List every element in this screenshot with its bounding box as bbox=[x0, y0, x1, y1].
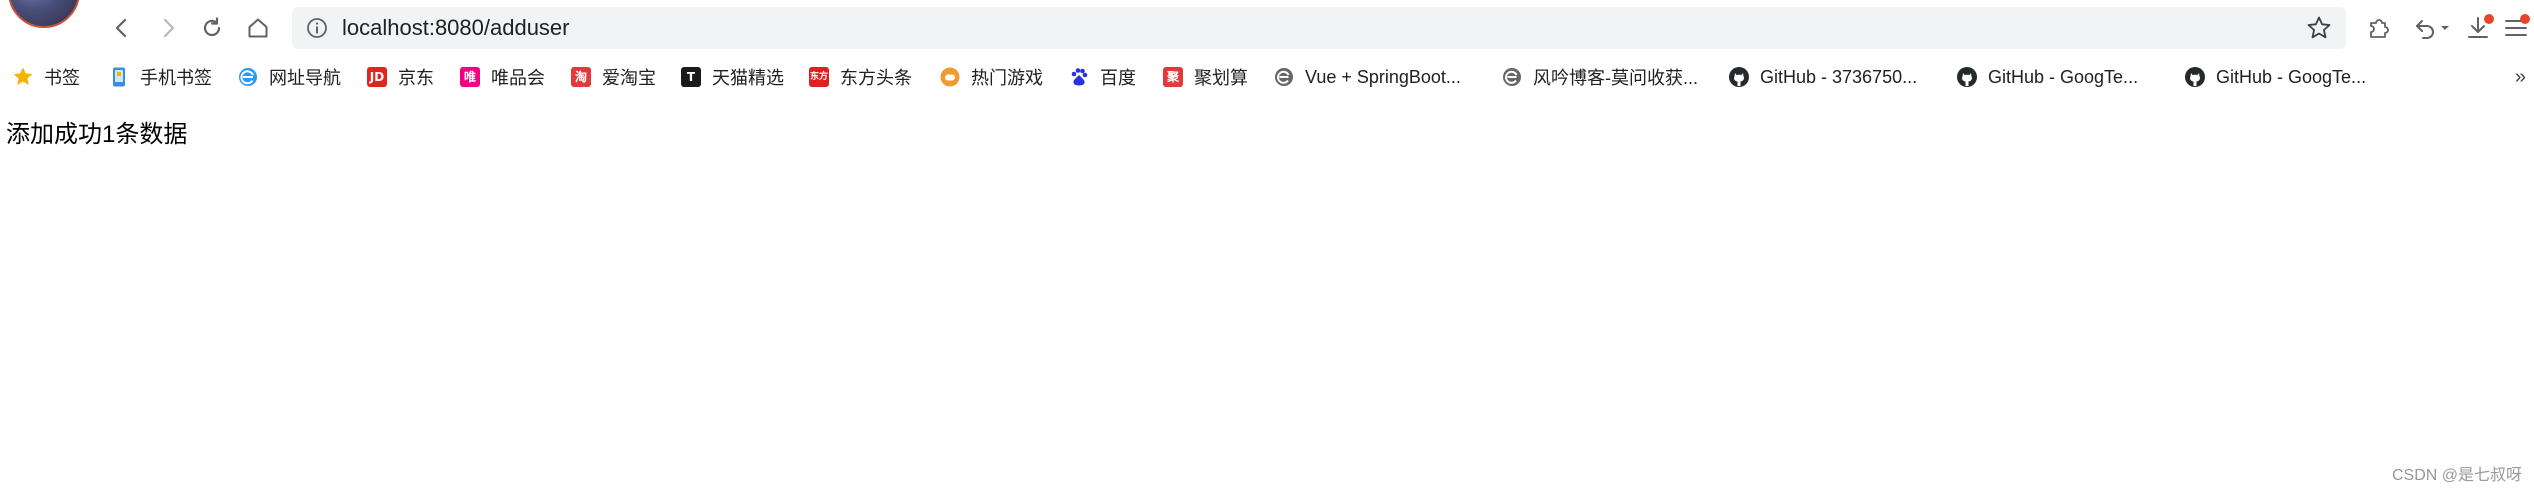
phone-icon bbox=[108, 66, 130, 88]
success-message: 添加成功1条数据 bbox=[6, 121, 188, 148]
browser-e-icon bbox=[237, 66, 259, 88]
baidu-icon bbox=[1068, 66, 1090, 88]
reload-icon bbox=[203, 17, 221, 37]
bookmark-item[interactable]: 风吟博客-莫问收获... bbox=[1501, 62, 1698, 92]
browser-e-icon bbox=[1273, 66, 1295, 88]
bookmark-item[interactable]: 手机书签 bbox=[108, 62, 212, 92]
bookmark-item[interactable]: T 天猫精选 bbox=[680, 62, 784, 92]
star-icon bbox=[12, 66, 34, 88]
game-icon bbox=[939, 66, 961, 88]
github-icon bbox=[2184, 66, 2206, 88]
undo-button[interactable] bbox=[2410, 12, 2454, 44]
bookmark-item[interactable]: 网址导航 bbox=[237, 62, 341, 92]
menu-badge bbox=[2520, 14, 2530, 24]
forward-button[interactable] bbox=[148, 8, 188, 48]
bookmark-star-icon[interactable] bbox=[2306, 15, 2332, 41]
taobao-icon: 淘 bbox=[570, 66, 592, 88]
home-button[interactable] bbox=[238, 8, 278, 48]
download-button[interactable] bbox=[2462, 12, 2494, 44]
undo-icon bbox=[2416, 20, 2449, 39]
bookmark-item[interactable]: 聚 聚划算 bbox=[1162, 62, 1248, 92]
bookmarks-bar: 书签 手机书签 网址导航 JD 京东 唯 唯品会 淘 爱淘宝 T 天猫精选 东方… bbox=[0, 58, 2534, 96]
github-icon bbox=[1728, 66, 1750, 88]
vip-icon: 唯 bbox=[459, 66, 481, 88]
extensions-button[interactable] bbox=[2363, 12, 2395, 44]
bookmark-item[interactable]: JD 京东 bbox=[366, 62, 434, 92]
menu-button[interactable] bbox=[2500, 12, 2532, 44]
home-icon bbox=[248, 18, 268, 38]
bookmark-item[interactable]: 百度 bbox=[1068, 62, 1136, 92]
tmall-icon: T bbox=[680, 66, 702, 88]
bookmark-item[interactable]: GitHub - GoogTe... bbox=[1956, 62, 2138, 92]
info-icon[interactable] bbox=[306, 17, 328, 39]
github-icon bbox=[1956, 66, 1978, 88]
bookmark-item[interactable]: 热门游戏 bbox=[939, 62, 1043, 92]
bookmark-item[interactable]: 书签 bbox=[12, 62, 80, 92]
address-bar[interactable]: localhost:8080/adduser bbox=[292, 7, 2346, 49]
browser-e-icon bbox=[1501, 66, 1523, 88]
dongfang-icon: 东方 bbox=[808, 66, 830, 88]
url-text[interactable]: localhost:8080/adduser bbox=[342, 7, 570, 49]
page-content: 添加成功1条数据 CSDN @是七叔呀 bbox=[0, 96, 2534, 493]
bookmark-item[interactable]: 淘 爱淘宝 bbox=[570, 62, 656, 92]
profile-avatar[interactable] bbox=[8, 0, 80, 28]
bookmarks-overflow-button[interactable]: » bbox=[2515, 62, 2526, 92]
chevron-right-icon bbox=[163, 18, 175, 38]
back-button[interactable] bbox=[102, 8, 142, 48]
reload-button[interactable] bbox=[192, 8, 232, 48]
bookmark-item[interactable]: Vue + SpringBoot... bbox=[1273, 62, 1461, 92]
jd-icon: JD bbox=[366, 66, 388, 88]
bookmark-item[interactable]: GitHub - 3736750... bbox=[1728, 62, 1917, 92]
bookmark-item[interactable]: GitHub - GoogTe... bbox=[2184, 62, 2366, 92]
juhuasuan-icon: 聚 bbox=[1162, 66, 1184, 88]
chevron-left-icon bbox=[115, 18, 127, 38]
extensions-icon bbox=[2370, 19, 2389, 38]
browser-toolbar: localhost:8080/adduser bbox=[0, 0, 2534, 58]
bookmark-item[interactable]: 东方 东方头条 bbox=[808, 62, 912, 92]
csdn-watermark: CSDN @是七叔呀 bbox=[2391, 467, 2522, 484]
download-badge bbox=[2484, 14, 2494, 24]
bookmark-item[interactable]: 唯 唯品会 bbox=[459, 62, 545, 92]
